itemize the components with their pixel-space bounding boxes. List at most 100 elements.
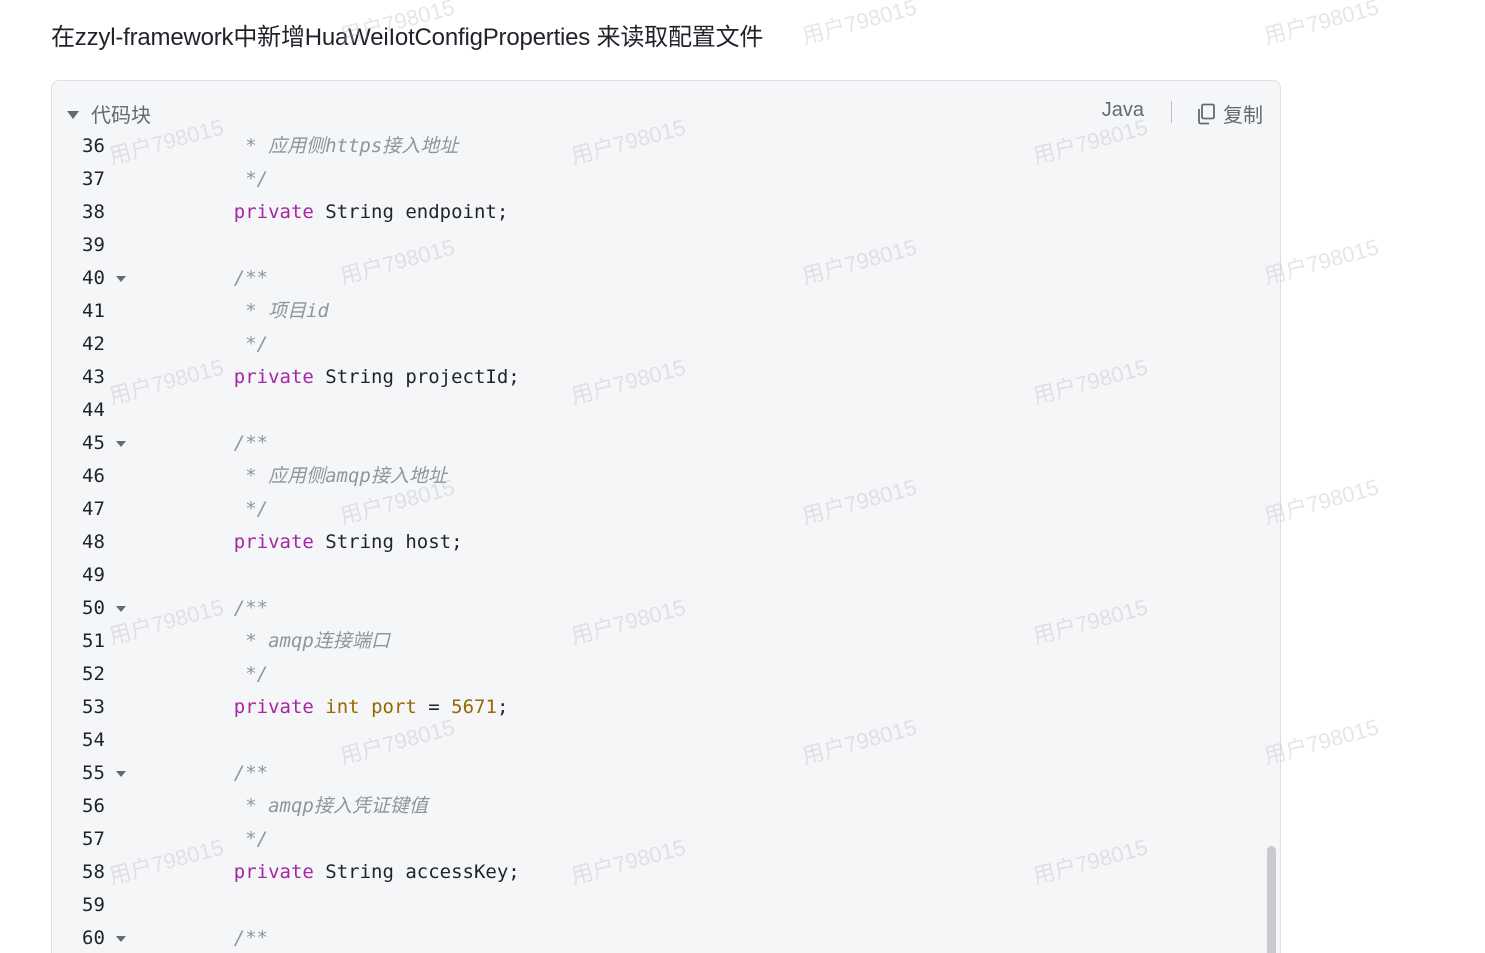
line-number: 45 <box>82 432 105 454</box>
code-text: private String projectId; <box>188 361 520 394</box>
code-line: 36 * 应用侧https接入地址 <box>52 130 1280 163</box>
code-token: * amqp接入凭证键值 <box>188 795 428 817</box>
line-number: 44 <box>82 399 105 421</box>
fold-caret-icon[interactable] <box>116 936 126 942</box>
code-token: */ <box>188 828 269 850</box>
code-text: /** <box>188 922 268 953</box>
code-token: */ <box>188 663 269 685</box>
fold-caret-icon[interactable] <box>116 276 126 282</box>
code-text: * amqp接入凭证键值 <box>188 790 428 823</box>
code-token: String host; <box>313 531 463 553</box>
line-number: 50 <box>82 597 105 619</box>
line-number: 48 <box>82 531 105 553</box>
code-block: 代码块 Java 复制 36 * 应用侧https接入地址 37 */38 pri… <box>51 80 1281 953</box>
code-token: private <box>233 366 314 388</box>
code-token: int <box>325 696 360 718</box>
code-line: 44 <box>52 394 1280 427</box>
code-line: 55 /** <box>52 757 1280 790</box>
line-number: 42 <box>82 333 105 355</box>
code-line: 54 <box>52 724 1280 757</box>
code-line: 41 * 项目id <box>52 295 1280 328</box>
code-block-collapse-toggle[interactable]: 代码块 <box>67 99 151 128</box>
fold-caret-icon[interactable] <box>116 441 126 447</box>
code-token: */ <box>188 498 269 520</box>
code-text: * 应用侧amqp接入地址 <box>188 460 447 493</box>
code-token: /** <box>188 597 269 619</box>
code-token: String accessKey; <box>313 861 520 883</box>
code-token: String projectId; <box>313 366 520 388</box>
line-number: 40 <box>82 267 105 289</box>
code-text: * 项目id <box>188 295 329 328</box>
code-line: 38 private String endpoint; <box>52 196 1280 229</box>
code-text: */ <box>188 493 268 526</box>
copy-icon <box>1198 103 1215 124</box>
page: 在zzyl-framework中新增HuaWeiIotConfigPropert… <box>0 0 1485 953</box>
line-number: 51 <box>82 630 105 652</box>
code-token: /** <box>188 762 269 784</box>
line-number: 55 <box>82 762 105 784</box>
line-number: 47 <box>82 498 105 520</box>
code-line: 45 /** <box>52 427 1280 460</box>
code-token: = <box>416 696 452 718</box>
line-number: 59 <box>82 894 105 916</box>
code-token: */ <box>188 333 269 355</box>
code-line: 42 */ <box>52 328 1280 361</box>
code-line: 59 <box>52 889 1280 922</box>
watermark-text: 用户798015 <box>1261 0 1382 49</box>
code-token: port <box>371 696 417 718</box>
line-number: 53 <box>82 696 105 718</box>
code-token: 5671 <box>451 696 497 718</box>
code-token: private <box>233 696 314 718</box>
code-line: 37 */ <box>52 163 1280 196</box>
code-text: */ <box>188 328 268 361</box>
header-divider <box>1171 101 1172 123</box>
vertical-scrollbar[interactable] <box>1267 846 1276 953</box>
code-line: 52 */ <box>52 658 1280 691</box>
line-number: 56 <box>82 795 105 817</box>
code-block-title: 代码块 <box>91 105 151 127</box>
code-text: /** <box>188 757 268 790</box>
code-text: private String host; <box>188 526 463 559</box>
language-selector[interactable]: Java <box>1102 99 1144 122</box>
section-heading: 在zzyl-framework中新增HuaWeiIotConfigPropert… <box>51 24 764 51</box>
code-text: private int port = 5671; <box>188 691 509 724</box>
line-number: 58 <box>82 861 105 883</box>
line-number: 46 <box>82 465 105 487</box>
code-text: */ <box>188 823 268 856</box>
code-line: 49 <box>52 559 1280 592</box>
code-token: private <box>233 201 314 223</box>
line-number: 37 <box>82 168 105 190</box>
code-text: private String accessKey; <box>188 856 520 889</box>
code-lines[interactable]: 36 * 应用侧https接入地址 37 */38 private String … <box>52 130 1280 953</box>
copy-button[interactable]: 复制 <box>1196 99 1263 128</box>
code-token: /** <box>188 432 269 454</box>
code-token: String endpoint; <box>313 201 509 223</box>
code-line: 40 /** <box>52 262 1280 295</box>
code-token: * amqp连接端口 <box>188 630 390 652</box>
caret-down-icon <box>67 110 79 119</box>
code-text: */ <box>188 658 268 691</box>
code-text: /** <box>188 427 268 460</box>
code-token: * 项目id <box>188 300 329 322</box>
code-line: 46 * 应用侧amqp接入地址 <box>52 460 1280 493</box>
code-token: private <box>233 861 314 883</box>
code-token: /** <box>188 927 269 949</box>
code-text: * amqp连接端口 <box>188 625 390 658</box>
fold-caret-icon[interactable] <box>116 771 126 777</box>
line-number: 39 <box>82 234 105 256</box>
copy-label: 复制 <box>1223 105 1263 127</box>
line-number: 57 <box>82 828 105 850</box>
code-line: 48 private String host; <box>52 526 1280 559</box>
code-text: private String endpoint; <box>188 196 509 229</box>
code-text: /** <box>188 592 268 625</box>
code-token: * 应用侧https接入地址 <box>188 135 459 157</box>
code-line: 56 * amqp接入凭证键值 <box>52 790 1280 823</box>
fold-caret-icon[interactable] <box>116 606 126 612</box>
code-token: ; <box>496 696 509 718</box>
code-line: 58 private String accessKey; <box>52 856 1280 889</box>
code-text: */ <box>188 163 268 196</box>
